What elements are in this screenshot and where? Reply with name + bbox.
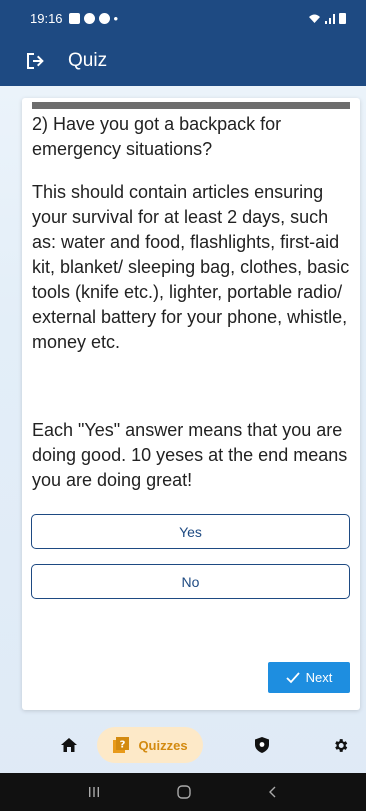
battery-icon [339,12,346,24]
nav-quizzes[interactable]: ? Quizzes [97,727,203,763]
signal-icon [325,13,335,24]
message-notification-icon-2 [98,12,110,24]
system-navigation-bar [0,773,366,811]
quiz-card: 2) Have you got a backpack for emergency… [22,98,360,710]
home-system-icon[interactable] [176,784,192,800]
status-bar: 19:16 • [0,0,366,36]
question-description: This should contain articles ensuring yo… [32,182,350,352]
recent-apps-icon[interactable] [87,785,101,799]
question-text: 2) Have you got a backpack for emergency… [32,114,282,159]
nav-home[interactable] [55,727,83,763]
wifi-icon [309,14,320,23]
quiz-icon: ? [113,737,130,753]
next-button[interactable]: Next [268,662,350,693]
nav-settings[interactable] [326,727,354,763]
status-left: 19:16 • [30,11,118,26]
notification-icons: • [68,10,119,26]
gallery-notification-icon [68,12,80,24]
nav-quizzes-label: Quizzes [138,737,188,753]
shield-icon [255,737,269,753]
no-button[interactable]: No [31,564,350,599]
bottom-navigation: ? Quizzes [0,717,366,773]
gear-icon [334,738,347,752]
scoring-note: Each "Yes" answer means that you are doi… [32,420,348,490]
app-title: Quiz [68,50,108,71]
next-button-label: Next [305,670,333,685]
yes-button[interactable]: Yes [31,514,350,549]
app-bar: Quiz [0,36,366,86]
svg-text:?: ? [120,740,126,751]
check-icon [285,671,300,683]
logout-icon[interactable] [24,50,46,72]
status-time: 19:16 [30,10,63,26]
more-notifications-dot: • [113,10,119,26]
quiz-progress-bar [32,102,350,109]
status-right [308,12,346,24]
nav-safety[interactable] [248,727,276,763]
back-icon[interactable] [267,785,279,799]
message-notification-icon [83,12,95,24]
home-icon [61,738,77,752]
